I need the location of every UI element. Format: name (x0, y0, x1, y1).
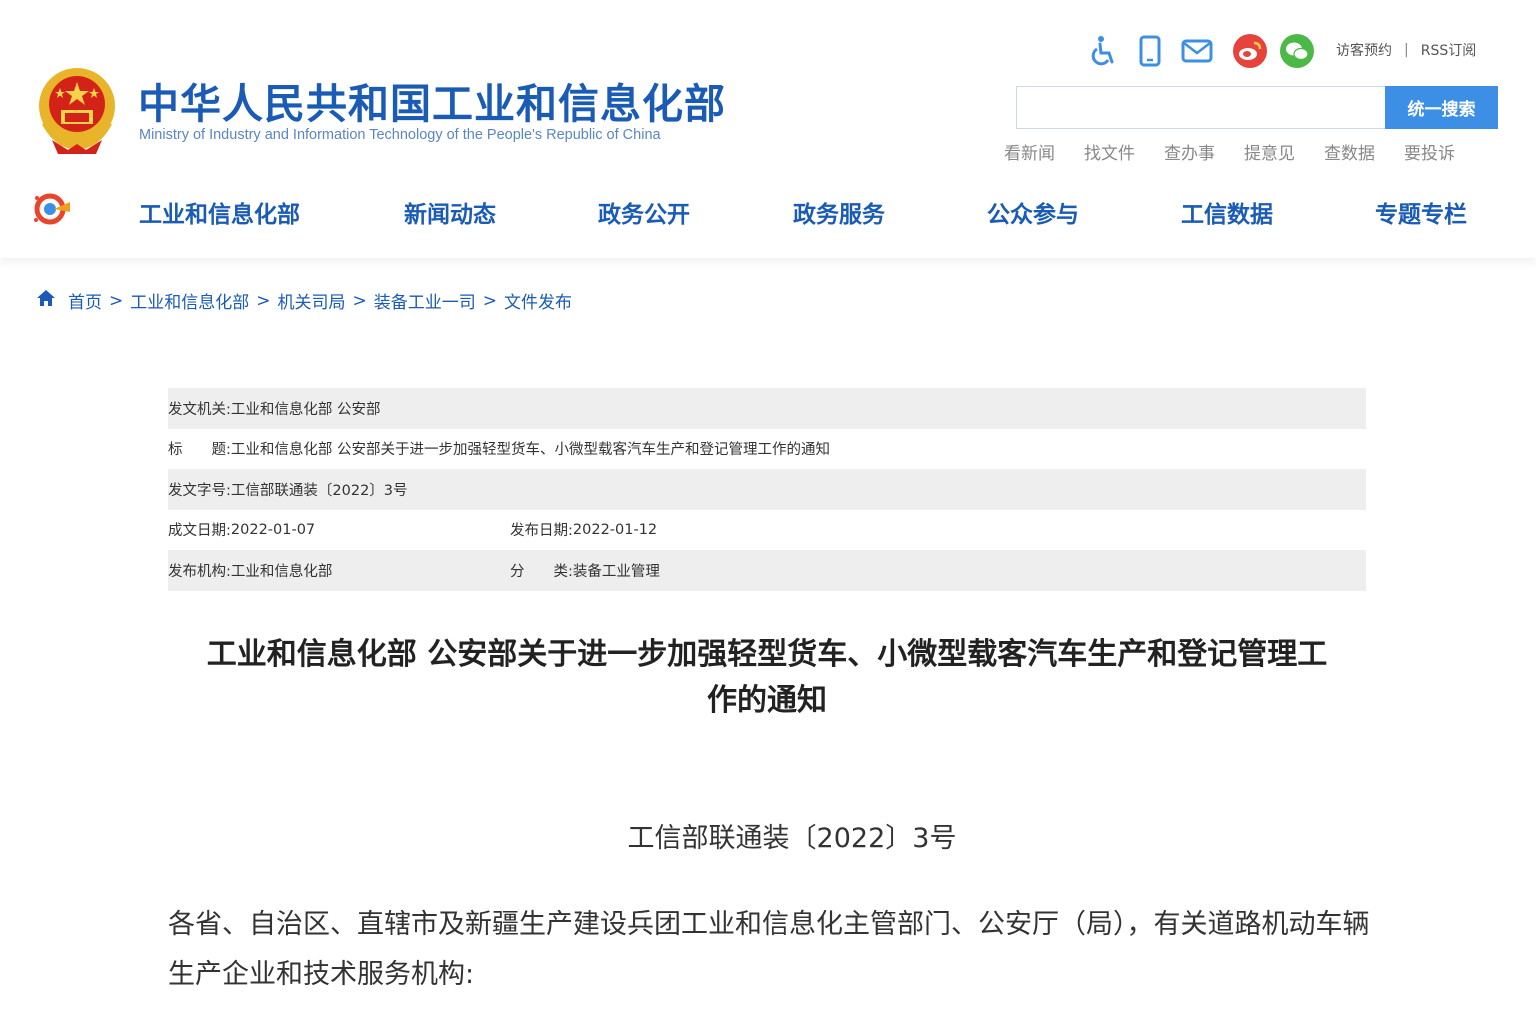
breadcrumb-home[interactable]: 首页 (68, 288, 102, 313)
nav-home-icon[interactable] (32, 192, 72, 226)
breadcrumb-separator: > (482, 290, 497, 311)
top-utility-icons (1086, 34, 1327, 68)
accessibility-icon[interactable] (1086, 34, 1120, 68)
meta-label-category: 分 类: (510, 563, 573, 580)
meta-row-publisher: 发布机构: 工业和信息化部 分 类: 装备工业管理 (168, 550, 1366, 591)
weibo-icon[interactable] (1233, 34, 1267, 68)
national-emblem-logo[interactable] (34, 64, 120, 154)
breadcrumb-file-release[interactable]: 文件发布 (504, 288, 572, 313)
breadcrumb-separator: > (256, 290, 271, 311)
meta-label-doc-number: 发文字号: (168, 482, 231, 499)
top-links: 访客预约 | RSS订阅 (1336, 40, 1476, 60)
home-icon[interactable] (36, 289, 56, 312)
article-title-line-1: 工业和信息化部 公安部关于进一步加强轻型货车、小微型载客汽车生产和登记管理工 (206, 637, 1328, 672)
nav-item-data[interactable]: 工信数据 (1181, 195, 1273, 229)
quick-link-news[interactable]: 看新闻 (1004, 139, 1055, 164)
document-meta-table: 发文机关: 工业和信息化部 公安部 标 题: 工业和信息化部 公安部关于进一步加… (168, 388, 1366, 591)
breadcrumb: 首页 > 工业和信息化部 > 机关司局 > 装备工业一司 > 文件发布 (36, 288, 572, 313)
mail-icon[interactable] (1180, 34, 1214, 68)
search-button[interactable]: 统一搜索 (1385, 86, 1498, 129)
nav-item-gov-services[interactable]: 政务服务 (793, 195, 885, 229)
meta-value-issuer: 工业和信息化部 公安部 (230, 401, 381, 418)
breadcrumb-equipment-dept[interactable]: 装备工业一司 (374, 288, 476, 313)
meta-cell-written-date: 成文日期: 2022-01-07 (168, 519, 315, 540)
meta-value-publish-date: 2022-01-12 (572, 521, 658, 538)
visitor-appointment-link[interactable]: 访客预约 (1336, 40, 1392, 60)
meta-cell-category: 分 类: 装备工业管理 (510, 560, 660, 581)
main-nav: 工业和信息化部 新闻动态 政务公开 政务服务 公众参与 工信数据 专题专栏 (0, 186, 1536, 236)
article-salutation: 各省、自治区、直辖市及新疆生产建设兵团工业和信息化主管部门、公安厅（局），有关道… (168, 909, 1370, 990)
meta-row-dates: 成文日期: 2022-01-07 发布日期: 2022-01-12 (168, 510, 1366, 551)
meta-label-written-date: 成文日期: (168, 523, 231, 540)
quick-link-data[interactable]: 查数据 (1324, 139, 1375, 164)
meta-row-title: 标 题: 工业和信息化部 公安部关于进一步加强轻型货车、小微型载客汽车生产和登记… (168, 429, 1366, 470)
meta-cell-publisher: 发布机构: 工业和信息化部 (168, 560, 332, 581)
site-header: 中华人民共和国工业和信息化部 Ministry of Industry and … (0, 0, 1536, 258)
breadcrumb-miit[interactable]: 工业和信息化部 (130, 288, 249, 313)
meta-label-publisher: 发布机构: (168, 563, 231, 580)
quick-links: 看新闻 找文件 查办事 提意见 查数据 要投诉 (1004, 139, 1484, 164)
breadcrumb-departments[interactable]: 机关司局 (278, 288, 346, 313)
search-input[interactable] (1016, 86, 1386, 129)
quick-link-services[interactable]: 查办事 (1164, 139, 1215, 164)
article-doc-number: 工信部联通装〔2022〕3号 (627, 823, 957, 854)
nav-item-miit[interactable]: 工业和信息化部 (139, 195, 300, 229)
meta-value-title: 工业和信息化部 公安部关于进一步加强轻型货车、小微型载客汽车生产和登记管理工作的… (230, 442, 830, 459)
meta-value-publisher: 工业和信息化部 (230, 563, 333, 580)
meta-row-issuer: 发文机关: 工业和信息化部 公安部 (168, 388, 1366, 429)
site-subtitle: Ministry of Industry and Information Tec… (139, 127, 661, 143)
meta-label-publish-date: 发布日期: (510, 523, 573, 540)
meta-label-title: 标 题: (168, 442, 231, 459)
rss-link[interactable]: RSS订阅 (1421, 40, 1477, 60)
breadcrumb-separator: > (352, 290, 367, 311)
nav-item-gov-affairs-open[interactable]: 政务公开 (598, 195, 690, 229)
article-title: 工业和信息化部 公安部关于进一步加强轻型货车、小微型载客汽车生产和登记管理工 作… (168, 632, 1366, 724)
meta-value-category: 装备工业管理 (572, 563, 660, 580)
nav-item-special-topics[interactable]: 专题专栏 (1375, 195, 1467, 229)
nav-item-news[interactable]: 新闻动态 (404, 195, 496, 229)
meta-value-written-date: 2022-01-07 (230, 521, 316, 538)
meta-value-doc-number: 工信部联通装〔2022〕3号 (230, 482, 408, 499)
top-link-separator: | (1404, 42, 1409, 58)
wechat-icon[interactable] (1280, 34, 1314, 68)
quick-link-feedback[interactable]: 提意见 (1244, 139, 1295, 164)
nav-item-public-participation[interactable]: 公众参与 (987, 195, 1079, 229)
meta-label-issuer: 发文机关: (168, 401, 231, 418)
quick-link-complaint[interactable]: 要投诉 (1404, 139, 1455, 164)
meta-cell-publish-date: 发布日期: 2022-01-12 (510, 519, 657, 540)
site-title[interactable]: 中华人民共和国工业和信息化部 (138, 70, 726, 130)
article-title-line-2: 作的通知 (707, 683, 827, 718)
breadcrumb-separator: > (109, 290, 124, 311)
mobile-icon[interactable] (1133, 34, 1167, 68)
meta-row-doc-number: 发文字号: 工信部联通装〔2022〕3号 (168, 469, 1366, 510)
quick-link-files[interactable]: 找文件 (1084, 139, 1135, 164)
